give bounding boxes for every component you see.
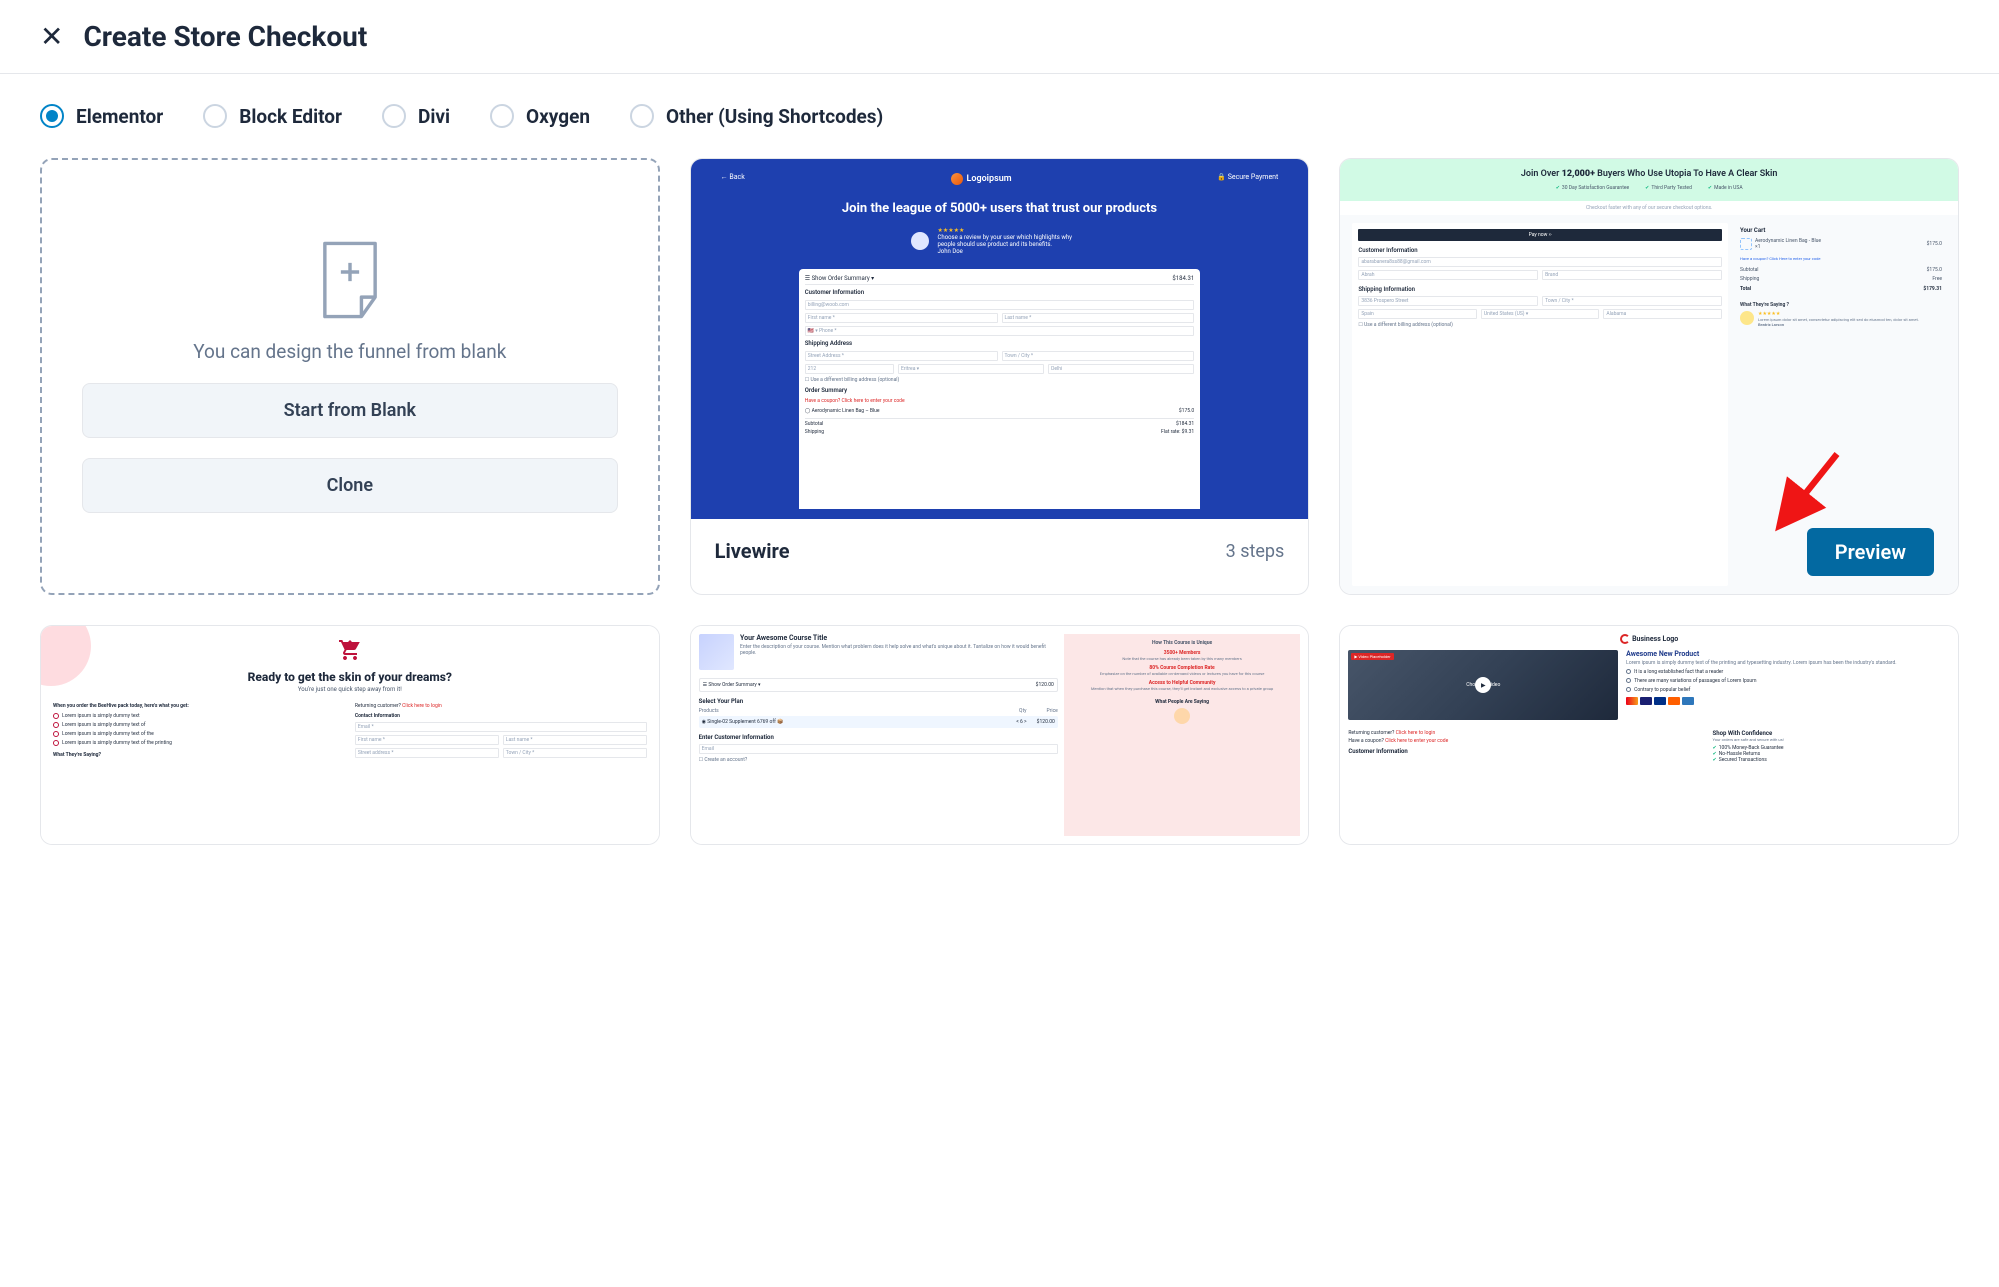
radio-icon (490, 104, 514, 128)
template-card-course[interactable]: Your Awesome Course Title Enter the desc… (690, 625, 1310, 845)
radio-icon (203, 104, 227, 128)
builder-option-other[interactable]: Other (Using Shortcodes) (630, 104, 883, 128)
builder-tabs: Elementor Block Editor Divi Oxygen Other… (0, 74, 1999, 148)
templates-grid: You can design the funnel from blank Sta… (0, 148, 1999, 885)
builder-option-oxygen[interactable]: Oxygen (490, 104, 590, 128)
template-card-utopia[interactable]: Join Over 12,000+ Buyers Who Use Utopia … (1339, 158, 1959, 595)
close-icon[interactable]: ✕ (40, 20, 63, 53)
cart-download-icon (53, 638, 647, 666)
radio-label: Elementor (76, 105, 163, 128)
template-card-beehive[interactable]: Ready to get the skin of your dreams? Yo… (40, 625, 660, 845)
blank-template-card: You can design the funnel from blank Sta… (40, 158, 660, 595)
radio-label: Divi (418, 105, 450, 128)
template-card-livewire[interactable]: ← Back Logoipsum 🔒 Secure Payment Join t… (690, 158, 1310, 595)
builder-option-divi[interactable]: Divi (382, 104, 450, 128)
radio-icon (382, 104, 406, 128)
template-preview: ← Back Logoipsum 🔒 Secure Payment Join t… (691, 159, 1309, 519)
template-card-business[interactable]: Business Logo ▶ Video Placeholder Choose… (1339, 625, 1959, 845)
radio-icon (40, 104, 64, 128)
radio-label: Oxygen (526, 105, 590, 128)
builder-option-elementor[interactable]: Elementor (40, 104, 163, 128)
template-name: Livewire (715, 539, 790, 563)
plus-document-icon (315, 240, 385, 320)
blank-caption: You can design the funnel from blank (193, 340, 506, 363)
start-from-blank-button[interactable]: Start from Blank (82, 383, 618, 438)
template-preview: Business Logo ▶ Video Placeholder Choose… (1340, 626, 1958, 844)
preview-button[interactable]: Preview (1807, 528, 1934, 576)
radio-label: Block Editor (239, 105, 342, 128)
radio-icon (630, 104, 654, 128)
clone-button[interactable]: Clone (82, 458, 618, 513)
template-footer: Livewire 3 steps (691, 519, 1309, 583)
builder-option-block-editor[interactable]: Block Editor (203, 104, 342, 128)
template-hover-overlay: Preview (1340, 510, 1958, 594)
page-title: Create Store Checkout (83, 20, 367, 53)
page-header: ✕ Create Store Checkout (0, 0, 1999, 74)
radio-label: Other (Using Shortcodes) (666, 105, 883, 128)
template-preview: Join Over 12,000+ Buyers Who Use Utopia … (1340, 159, 1958, 594)
template-preview: Ready to get the skin of your dreams? Yo… (41, 626, 659, 844)
template-preview: Your Awesome Course Title Enter the desc… (691, 626, 1309, 844)
template-steps: 3 steps (1226, 541, 1285, 562)
